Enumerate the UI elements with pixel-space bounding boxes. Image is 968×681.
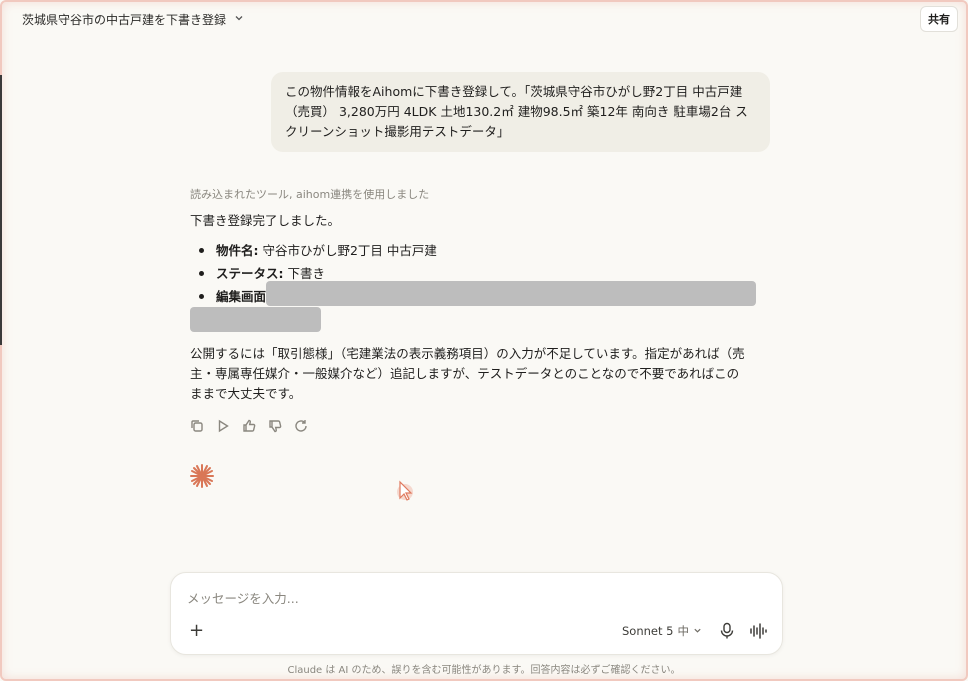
chat-header: 茨城県守谷市の中古戸建を下書き登録 共有 [0, 0, 968, 38]
tools-used-indicator[interactable]: 読み込まれたツール, aihom連携を使用しました [190, 186, 760, 202]
model-name: Sonnet 5 [622, 624, 674, 638]
reply-paragraph: 公開するには「取引態様」（宅建業法の表示義務項目）の入力が不足しています。指定が… [190, 346, 745, 401]
redacted-link [266, 281, 756, 306]
message-actions [189, 418, 309, 434]
model-effort: 中 [677, 624, 689, 638]
add-attachment-button[interactable]: + [189, 622, 204, 640]
copy-icon[interactable] [189, 418, 205, 434]
chevron-down-icon [693, 624, 702, 638]
chat-title: 茨城県守谷市の中古戸建を下書き登録 [22, 12, 227, 27]
window-edge [0, 75, 2, 345]
thumbs-down-icon[interactable] [267, 418, 283, 434]
message-composer: + Sonnet 5 中 [170, 572, 783, 655]
thumbs-up-icon[interactable] [241, 418, 257, 434]
item-label: 編集画面 [216, 289, 267, 304]
share-button[interactable]: 共有 [920, 6, 958, 32]
mouse-cursor-icon [397, 480, 415, 504]
message-input[interactable] [187, 587, 747, 609]
item-value: 守谷市ひがし野2丁目 中古戸建 [258, 243, 437, 258]
item-value: 下書き [283, 266, 325, 281]
chevron-down-icon [234, 13, 244, 26]
model-selector-button[interactable]: Sonnet 5 中 [622, 623, 702, 639]
item-label: ステータス: [216, 266, 284, 281]
chat-title-button[interactable]: 茨城県守谷市の中古戸建を下書き登録 [22, 11, 244, 28]
retry-icon[interactable] [293, 418, 309, 434]
voice-mode-icon[interactable] [749, 622, 767, 640]
play-icon[interactable] [215, 418, 231, 434]
redacted-link [190, 307, 321, 332]
user-message: この物件情報をAihomに下書き登録して。「茨城県守谷市ひがし野2丁目 中古戸建… [271, 72, 770, 152]
microphone-icon[interactable] [719, 622, 735, 640]
list-item: 物件名: 守谷市ひがし野2丁目 中古戸建 [190, 239, 760, 262]
reply-intro: 下書き登録完了しました。 [190, 213, 341, 228]
claude-spark-icon [188, 462, 216, 490]
item-label: 物件名: [216, 243, 259, 258]
disclaimer-note: Claude は AI のため、誤りを含む可能性があります。回答内容は必ずご確認… [287, 665, 681, 676]
